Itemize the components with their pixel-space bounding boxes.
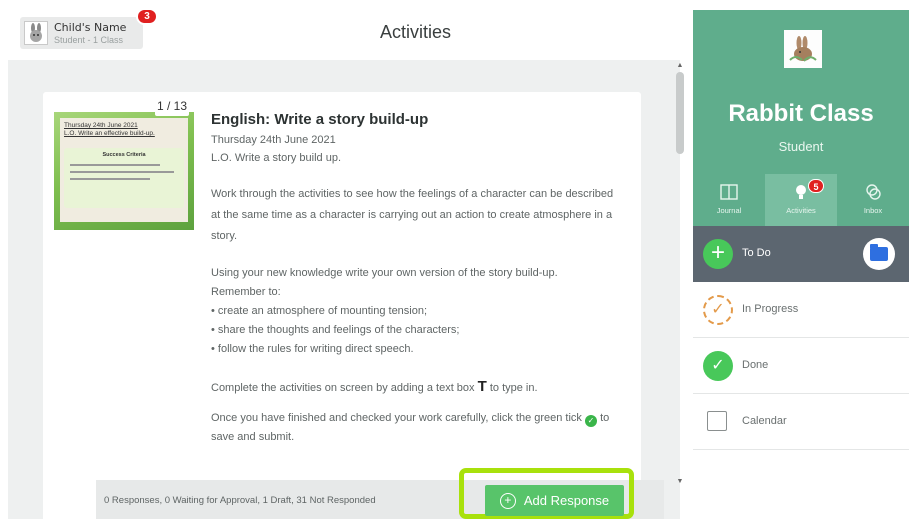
instruction-text: Complete the activities on screen by add… bbox=[211, 378, 538, 395]
add-todo-plus-icon[interactable]: + bbox=[703, 239, 733, 269]
activity-date: Thursday 24th June 2021 bbox=[211, 134, 336, 146]
folder-icon bbox=[870, 244, 888, 261]
thumbnail-slide: Thursday 24th June 2021 L.O. Write an ef… bbox=[60, 118, 188, 222]
instruction-text-part: Complete the activities on screen by add… bbox=[211, 382, 475, 394]
status-label: In Progress bbox=[742, 303, 799, 315]
status-in-progress[interactable]: ✓ In Progress bbox=[693, 282, 909, 338]
success-criteria-box: Success Criteria bbox=[64, 148, 184, 208]
activities-badge: 5 bbox=[808, 179, 824, 193]
check-icon: ✓ bbox=[703, 351, 733, 381]
status-label: Done bbox=[742, 359, 769, 371]
instruction-text-part: Once you have finished and checked your … bbox=[211, 412, 582, 424]
activity-lo: L.O. Write a story build up. bbox=[211, 152, 342, 164]
todo-row[interactable]: + To Do bbox=[693, 226, 909, 282]
scroll-up-arrow-icon[interactable]: ▲ bbox=[675, 62, 685, 70]
scroll-thumb[interactable] bbox=[676, 72, 684, 154]
child-name: Child's Name bbox=[54, 21, 127, 34]
status-done[interactable]: ✓ Done bbox=[693, 338, 909, 394]
instruction-text: Once you have finished and checked your … bbox=[211, 412, 609, 427]
tab-activities[interactable]: 5 Activities bbox=[765, 174, 837, 226]
text-box-icon: T bbox=[477, 378, 487, 395]
criteria-line bbox=[70, 178, 150, 180]
scrollbar[interactable]: ▲ ▼ bbox=[672, 60, 686, 490]
activity-paragraph: Work through the activities to see how t… bbox=[211, 188, 614, 242]
activity-title: English: Write a story build-up bbox=[211, 111, 429, 128]
thumbnail-lo: L.O. Write an effective build-up. bbox=[64, 130, 155, 137]
add-response-button[interactable]: + Add Response bbox=[485, 485, 624, 516]
tab-label: Inbox bbox=[863, 206, 883, 215]
status-label: Calendar bbox=[742, 415, 787, 427]
class-sidebar: Rabbit Class Student Journal 5 Activitie… bbox=[693, 10, 909, 519]
scroll-down-arrow-icon[interactable]: ▼ bbox=[675, 478, 685, 486]
child-class: Student - 1 Class bbox=[54, 35, 124, 45]
green-tick-icon: ✓ bbox=[585, 415, 597, 427]
bullet-item: • follow the rules for writing direct sp… bbox=[211, 343, 414, 355]
progress-icon: ✓ bbox=[703, 295, 733, 325]
instruction-text-part: to bbox=[600, 412, 610, 424]
bullet-item: • create an atmosphere of mounting tensi… bbox=[211, 305, 428, 317]
folder-button[interactable] bbox=[863, 238, 895, 270]
child-switcher[interactable]: Child's Name Student - 1 Class bbox=[20, 17, 143, 49]
tab-label: Activities bbox=[786, 206, 816, 215]
tab-label: Journal bbox=[716, 206, 742, 215]
activity-thumbnail[interactable]: Thursday 24th June 2021 L.O. Write an ef… bbox=[54, 112, 194, 230]
plus-circle-icon: + bbox=[499, 492, 516, 509]
thumbnail-date: Thursday 24th June 2021 bbox=[64, 122, 138, 129]
book-icon bbox=[720, 184, 738, 200]
rabbit-logo-icon bbox=[784, 30, 822, 68]
top-bar: Child's Name Student - 1 Class 3 Activit… bbox=[0, 0, 680, 60]
bullet-item: • share the thoughts and feelings of the… bbox=[211, 324, 460, 336]
activity-card: Thursday 24th June 2021 L.O. Write an ef… bbox=[43, 92, 641, 519]
activities-panel: Thursday 24th June 2021 L.O. Write an ef… bbox=[8, 60, 684, 519]
criteria-line bbox=[70, 171, 174, 173]
class-role: Student bbox=[778, 139, 824, 154]
instruction-text-part: to type in. bbox=[489, 382, 538, 394]
notification-badge[interactable]: 3 bbox=[136, 8, 158, 25]
activity-paragraph: Using your new knowledge write your own … bbox=[211, 267, 558, 279]
page-title: Activities bbox=[380, 22, 452, 42]
instruction-text: save and submit. bbox=[211, 431, 295, 443]
rabbit-avatar-icon bbox=[24, 21, 48, 45]
tab-journal[interactable]: Journal bbox=[693, 174, 765, 226]
status-calendar[interactable]: Calendar bbox=[693, 394, 909, 450]
todo-label: To Do bbox=[742, 247, 771, 259]
criteria-line bbox=[70, 164, 160, 166]
success-criteria-title: Success Criteria bbox=[102, 152, 146, 158]
class-name: Rabbit Class bbox=[728, 100, 874, 127]
sidebar-tabs: Journal 5 Activities Inbox bbox=[693, 174, 909, 226]
response-summary: 0 Responses, 0 Waiting for Approval, 1 D… bbox=[104, 495, 376, 506]
page-count: 1 / 13 bbox=[155, 96, 189, 116]
calendar-icon bbox=[707, 411, 727, 431]
chat-icon bbox=[866, 184, 881, 200]
add-response-label: Add Response bbox=[523, 493, 610, 508]
class-header: Rabbit Class Student bbox=[693, 10, 909, 174]
remember-label: Remember to: bbox=[211, 286, 281, 298]
tab-inbox[interactable]: Inbox bbox=[837, 174, 909, 226]
